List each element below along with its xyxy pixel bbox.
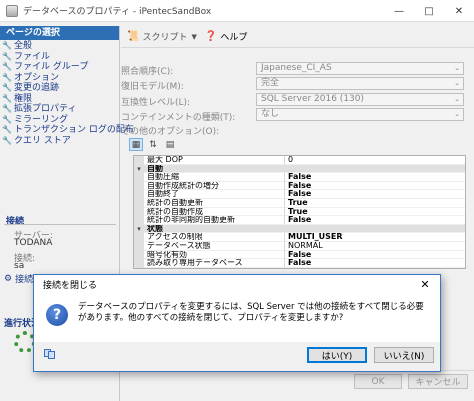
divider — [4, 224, 116, 225]
collation-row: 照合順序(C): Japanese_CI_AS ⌄ — [121, 62, 474, 77]
server-value: TODANA — [14, 238, 53, 248]
grid-row[interactable]: 最大 DOP 0 — [134, 156, 465, 165]
dialog-close-icon[interactable]: ✕ — [410, 275, 440, 294]
wrench-icon: 🔧 — [2, 125, 12, 134]
no-button[interactable]: いいえ(N) — [374, 347, 434, 363]
containment-type-label: コンテインメントの種類(T): — [121, 113, 236, 123]
page-item[interactable]: 🔧 ファイル グループ — [2, 62, 119, 73]
close-icon[interactable]: ✕ — [444, 0, 474, 22]
properties-icon: ⚙ — [4, 273, 13, 284]
grid-row[interactable]: 読み取り専用データベース False — [134, 259, 465, 268]
grid-category[interactable]: ▾ 自動 — [134, 164, 465, 174]
alphabetical-sort-icon[interactable]: ⇅ — [146, 138, 160, 151]
question-icon: ? — [46, 304, 68, 326]
chevron-down-icon: ⌄ — [454, 64, 460, 72]
chevron-down-icon: ▼ — [191, 32, 197, 41]
yes-button[interactable]: はい(Y) — [307, 347, 367, 363]
compatibility-level-row: 互換性レベル(L): SQL Server 2016 (130) ⌄ — [121, 93, 474, 108]
grid-row[interactable]: アクセスの制限 MULTI_USER — [134, 233, 465, 242]
chevron-down-icon: ⌄ — [454, 79, 460, 87]
categorized-icon[interactable]: ▦ — [129, 138, 143, 151]
minimize-icon[interactable]: — — [384, 0, 414, 22]
collapse-icon[interactable]: ▾ — [134, 224, 144, 234]
page-item[interactable]: 🔧 変更の追跡 — [2, 83, 119, 94]
ok-button[interactable]: OK — [354, 374, 402, 389]
dialog-title: 接続を閉じる — [43, 281, 98, 291]
toolbar: 📜 スクリプト ▼ ❓ ヘルプ — [121, 26, 474, 48]
page-item[interactable]: 🔧 トランザクション ログの配布 — [2, 125, 134, 136]
footer: OK キャンセル — [121, 370, 474, 401]
grid-category[interactable]: ▾ 状態 — [134, 224, 465, 234]
window-titlebar: データベースのプロパティ - iPentecSandBox — □ ✕ — [0, 0, 474, 22]
script-button[interactable]: 📜 スクリプト ▼ — [127, 30, 197, 43]
wrench-icon: 🔧 — [2, 72, 12, 82]
window-title: データベースのプロパティ - iPentecSandBox — [23, 7, 212, 17]
containment-type-row: コンテインメントの種類(T): なし ⌄ — [121, 108, 474, 123]
connection-heading: 接続 — [6, 217, 25, 227]
wrench-icon: 🔧 — [2, 41, 12, 50]
wrench-icon: 🔧 — [2, 104, 12, 113]
chevron-down-icon: ⌄ — [454, 110, 460, 118]
page-item[interactable]: 🔧 ミラーリング — [2, 115, 119, 126]
grid-row[interactable]: データベース状態 NORMAL — [134, 241, 465, 251]
collapse-icon[interactable]: ▾ — [134, 164, 144, 174]
select-page-header: ページの選択 — [0, 26, 119, 40]
containment-type-select[interactable]: なし ⌄ — [256, 108, 464, 121]
grid-row[interactable]: 統計の非同期的自動更新 False — [134, 216, 465, 225]
wrench-icon: 🔧 — [2, 51, 12, 61]
help-button[interactable]: ❓ ヘルプ — [205, 30, 247, 43]
grid-row[interactable]: 自動終了 False — [134, 190, 465, 199]
chevron-down-icon: ⌄ — [454, 95, 460, 103]
dialog-footer: はい(Y) いいえ(N) — [34, 342, 440, 371]
collation-select[interactable]: Japanese_CI_AS ⌄ — [256, 62, 464, 75]
page-item[interactable]: 🔧 ファイル — [2, 52, 119, 63]
wrench-icon: 🔧 — [2, 62, 12, 71]
grid-row[interactable]: 自動圧縮 False — [134, 173, 465, 182]
wrench-icon: 🔧 — [2, 114, 12, 124]
help-icon: ❓ — [204, 31, 218, 42]
other-options-label: その他のオプション(O): — [121, 127, 220, 137]
compatibility-level-label: 互換性レベル(L): — [121, 98, 191, 108]
wrench-icon: 🔧 — [2, 93, 12, 103]
connection-value: sa — [14, 261, 25, 271]
close-connections-dialog: 接続を閉じる ✕ ? データベースのプロパティを変更するには、SQL Serve… — [33, 274, 441, 372]
grid-row[interactable]: 自動作成統計の増分 False — [134, 181, 465, 191]
database-icon — [6, 4, 18, 17]
recovery-model-label: 復旧モデル(M): — [121, 82, 184, 92]
grid-row[interactable]: 統計の自動更新 True — [134, 198, 465, 208]
wrench-icon: 🔧 — [2, 83, 12, 92]
collation-label: 照合順序(C): — [121, 67, 174, 77]
cancel-button[interactable]: キャンセル — [408, 374, 468, 389]
property-grid: 最大 DOP 0 ▾ 自動 自動圧縮 False 自動作成統計の増分 False 自動終… — [133, 155, 466, 269]
recovery-model-select[interactable]: 完全 ⌄ — [256, 77, 464, 90]
page-item[interactable]: 🔧 クエリ ストア — [2, 136, 119, 147]
page-item[interactable]: 🔧 権限 — [2, 94, 119, 105]
page-item[interactable]: 🔧 拡張プロパティ — [2, 104, 119, 115]
grid-row[interactable]: 暗号化有効 False — [134, 250, 465, 260]
grid-row[interactable]: 統計の自動作成 True — [134, 207, 465, 217]
grid-sort-tools: ▦ ⇅ ▤ — [129, 138, 180, 151]
maximize-icon[interactable]: □ — [414, 0, 444, 22]
window-controls: — □ ✕ — [384, 0, 474, 22]
recovery-model-row: 復旧モデル(M): 完全 ⌄ — [121, 77, 474, 92]
script-icon: 📜 — [127, 31, 140, 42]
dialog-message: データベースのプロパティを変更するには、SQL Server では他の接続をすべ… — [78, 302, 424, 323]
compatibility-level-select[interactable]: SQL Server 2016 (130) ⌄ — [256, 93, 464, 106]
dialog-titlebar: 接続を閉じる ✕ — [34, 275, 440, 294]
page-item[interactable]: 🔧 全般 — [2, 41, 119, 52]
property-pages-icon[interactable]: ▤ — [163, 138, 177, 151]
page-list: 🔧 全般 🔧 ファイル 🔧 ファイル グループ 🔧 オプション 🔧 変更の追跡 🔧 権限 🔧… — [0, 40, 134, 147]
wrench-icon: 🔧 — [2, 135, 12, 145]
copy-icon[interactable] — [44, 349, 56, 359]
dialog-body: ? データベースのプロパティを変更するには、SQL Server では他の接続を… — [34, 294, 440, 342]
page-item[interactable]: 🔧 オプション — [2, 73, 119, 84]
